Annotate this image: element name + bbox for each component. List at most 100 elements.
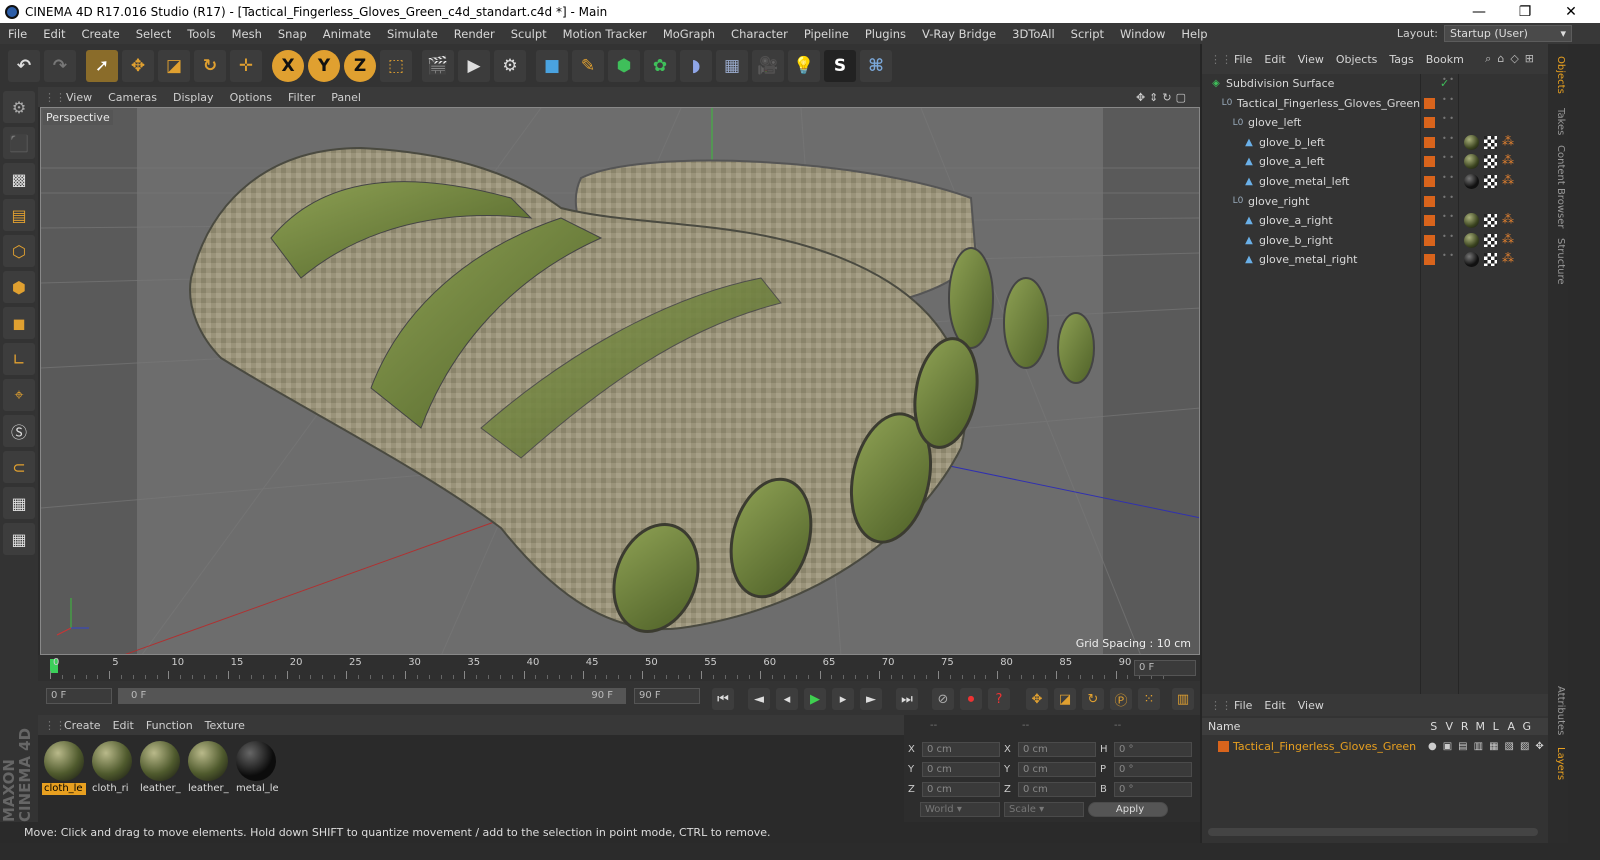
menu-v-ray-bridge[interactable]: V-Ray Bridge [914, 27, 1004, 41]
coord-value-field[interactable]: 0 cm [922, 761, 1000, 777]
object-menu-bookm[interactable]: Bookm [1420, 53, 1470, 66]
menu-3dtoall[interactable]: 3DToAll [1004, 27, 1063, 41]
key-scale-icon[interactable]: ◪ [1054, 688, 1076, 710]
scale-icon[interactable]: ◪ [158, 49, 190, 82]
menu-pipeline[interactable]: Pipeline [796, 27, 857, 41]
workplane-icon[interactable]: ▤ [3, 199, 35, 231]
phong-tag-icon[interactable]: ⁂ [1502, 153, 1514, 167]
z-axis-icon[interactable]: Z [344, 49, 376, 82]
keyframe-selection-icon[interactable]: ? [988, 688, 1010, 710]
viewport-nav-icons[interactable]: ✥⇕↻▢ [1136, 91, 1190, 104]
key-param-icon[interactable]: Ⓟ [1110, 688, 1132, 710]
layer-column-s[interactable]: S [1426, 720, 1442, 733]
key-rotation-icon[interactable]: ↻ [1082, 688, 1104, 710]
floor-icon[interactable]: ▦ [716, 49, 748, 82]
layer-column-name[interactable]: Name [1208, 720, 1426, 733]
menu-edit[interactable]: Edit [35, 27, 73, 41]
uvw-tag-icon[interactable] [1484, 233, 1497, 247]
object-row[interactable]: ▲ glove_metal_left • • ⁂ [1204, 172, 1548, 191]
layer-flags-icons[interactable]: ●▣▤▥▦▧▨✥ [1428, 741, 1550, 752]
phong-tag-icon[interactable]: ⁂ [1502, 173, 1514, 187]
live-select-icon[interactable]: ✛ [230, 49, 262, 82]
layer-color-tag[interactable] [1424, 176, 1435, 187]
layer-column-v[interactable]: V [1442, 720, 1458, 733]
object-row[interactable]: ▲ glove_a_right • • ⁂ [1204, 211, 1548, 230]
points-mode-icon[interactable]: ⬡ [3, 235, 35, 267]
phong-tag-icon[interactable]: ⁂ [1502, 212, 1514, 226]
menu-script[interactable]: Script [1063, 27, 1112, 41]
tab-layers[interactable]: Layers [1550, 744, 1566, 784]
object-search-icons[interactable]: ⌕⌂◇⊞ [1485, 52, 1540, 66]
texture-mode-icon[interactable]: ▩ [3, 163, 35, 195]
menu-create[interactable]: Create [74, 27, 128, 41]
key-pla-icon[interactable]: ⁙ [1138, 688, 1160, 710]
layer-column-a[interactable]: A [1504, 720, 1520, 733]
material-menu-edit[interactable]: Edit [107, 719, 140, 732]
material-tag-icon[interactable] [1464, 174, 1479, 189]
visibility-dots-icon[interactable]: • • [1442, 134, 1454, 142]
viewport-solo-icon[interactable]: ⚙ [3, 91, 35, 123]
menu-snap[interactable]: Snap [270, 27, 315, 41]
redo-icon[interactable]: ↷ [44, 49, 76, 82]
menu-motion-tracker[interactable]: Motion Tracker [555, 27, 655, 41]
object-row[interactable]: ◈ Subdivision Surface ✓ • • [1204, 74, 1548, 93]
x-axis-icon[interactable]: X [272, 49, 304, 82]
y-axis-icon[interactable]: Y [308, 49, 340, 82]
menu-mograph[interactable]: MoGraph [655, 27, 723, 41]
subdivision-icon[interactable]: ⬢ [608, 49, 640, 82]
model-mode-icon[interactable]: ⬛ [3, 127, 35, 159]
tab-structure[interactable]: Structure [1550, 236, 1566, 286]
visibility-dots-icon[interactable]: • • [1442, 193, 1454, 201]
uvw-tag-icon[interactable] [1484, 175, 1497, 188]
object-row[interactable]: L0 glove_left • • [1204, 113, 1548, 132]
layer-color-tag[interactable] [1424, 97, 1435, 109]
render-picture-icon[interactable]: ▶ [458, 49, 490, 82]
play-icon[interactable]: ▶ [804, 688, 826, 710]
undo-icon[interactable]: ↶ [8, 49, 40, 82]
go-to-start-icon[interactable]: ⏮ [712, 688, 734, 710]
uvw-tag-icon[interactable] [1484, 253, 1497, 267]
record-keys-icon[interactable]: ⊘ [932, 688, 954, 710]
layer-scrollbar[interactable] [1208, 828, 1538, 836]
cube-icon[interactable]: ■ [536, 49, 568, 82]
coord-scale-dropdown[interactable]: Scale ▾ [1004, 801, 1084, 817]
deformer-icon[interactable]: ◗ [680, 49, 712, 82]
coord-value-field[interactable]: 0 ° [1114, 781, 1192, 797]
planar-workplane-icon[interactable]: ▦ [3, 523, 35, 555]
uvw-tag-icon[interactable] [1484, 155, 1497, 169]
timeline-ruler[interactable]: 0 5 10 15 20 25 30 35 40 45 50 55 60 65 70 75 80 85 90 0 F [38, 655, 1200, 681]
tab-objects[interactable]: Objects [1550, 50, 1566, 100]
spline-icon[interactable]: S [824, 49, 856, 82]
range-slider[interactable]: 0 F 90 F [118, 688, 626, 704]
object-menu-edit[interactable]: Edit [1258, 53, 1291, 66]
material-tag-icon[interactable] [1464, 252, 1479, 268]
tab-content-browser[interactable]: Content Browser [1550, 144, 1566, 230]
visibility-dots-icon[interactable]: • • [1442, 252, 1454, 260]
visibility-dots-icon[interactable]: • • [1442, 115, 1454, 123]
coord-value-field[interactable]: 0 cm [922, 781, 1000, 797]
next-frame-icon[interactable]: ▸ [832, 688, 854, 710]
object-row[interactable]: ▲ glove_b_left • • ⁂ [1204, 133, 1548, 152]
phong-tag-icon[interactable]: ⁂ [1502, 134, 1514, 148]
coord-mode-dropdown[interactable]: World ▾ [920, 801, 1000, 817]
coord-value-field[interactable]: 0 cm [1018, 761, 1096, 777]
menu-sculpt[interactable]: Sculpt [503, 27, 555, 41]
layer-color-tag[interactable] [1424, 117, 1435, 129]
object-row[interactable]: L0 glove_right • • [1204, 192, 1548, 211]
auto-key-icon[interactable]: ⏺ [960, 688, 982, 710]
axis-icon[interactable]: ∟ [3, 343, 35, 375]
object-row[interactable]: ▲ glove_a_left • • ⁂ [1204, 152, 1548, 171]
layer-column-r[interactable]: R [1457, 720, 1473, 733]
coord-value-field[interactable]: 0 ° [1114, 761, 1192, 777]
lock-workplane-icon[interactable]: ▦ [3, 487, 35, 519]
maximize-button[interactable]: ❐ [1502, 0, 1548, 23]
polygons-mode-icon[interactable]: ◼ [3, 307, 35, 339]
mograph-icon[interactable]: ✿ [644, 49, 676, 82]
layer-column-m[interactable]: M [1473, 720, 1489, 733]
uvw-tag-icon[interactable] [1484, 135, 1497, 149]
pen-icon[interactable]: ✎ [572, 49, 604, 82]
menu-mesh[interactable]: Mesh [224, 27, 270, 41]
snap-icon[interactable]: Ⓢ [3, 415, 35, 447]
layer-color-tag[interactable] [1424, 136, 1435, 148]
layer-row[interactable]: Tactical_Fingerless_Gloves_Green ●▣▤▥▦▧▨✥ [1204, 737, 1548, 756]
